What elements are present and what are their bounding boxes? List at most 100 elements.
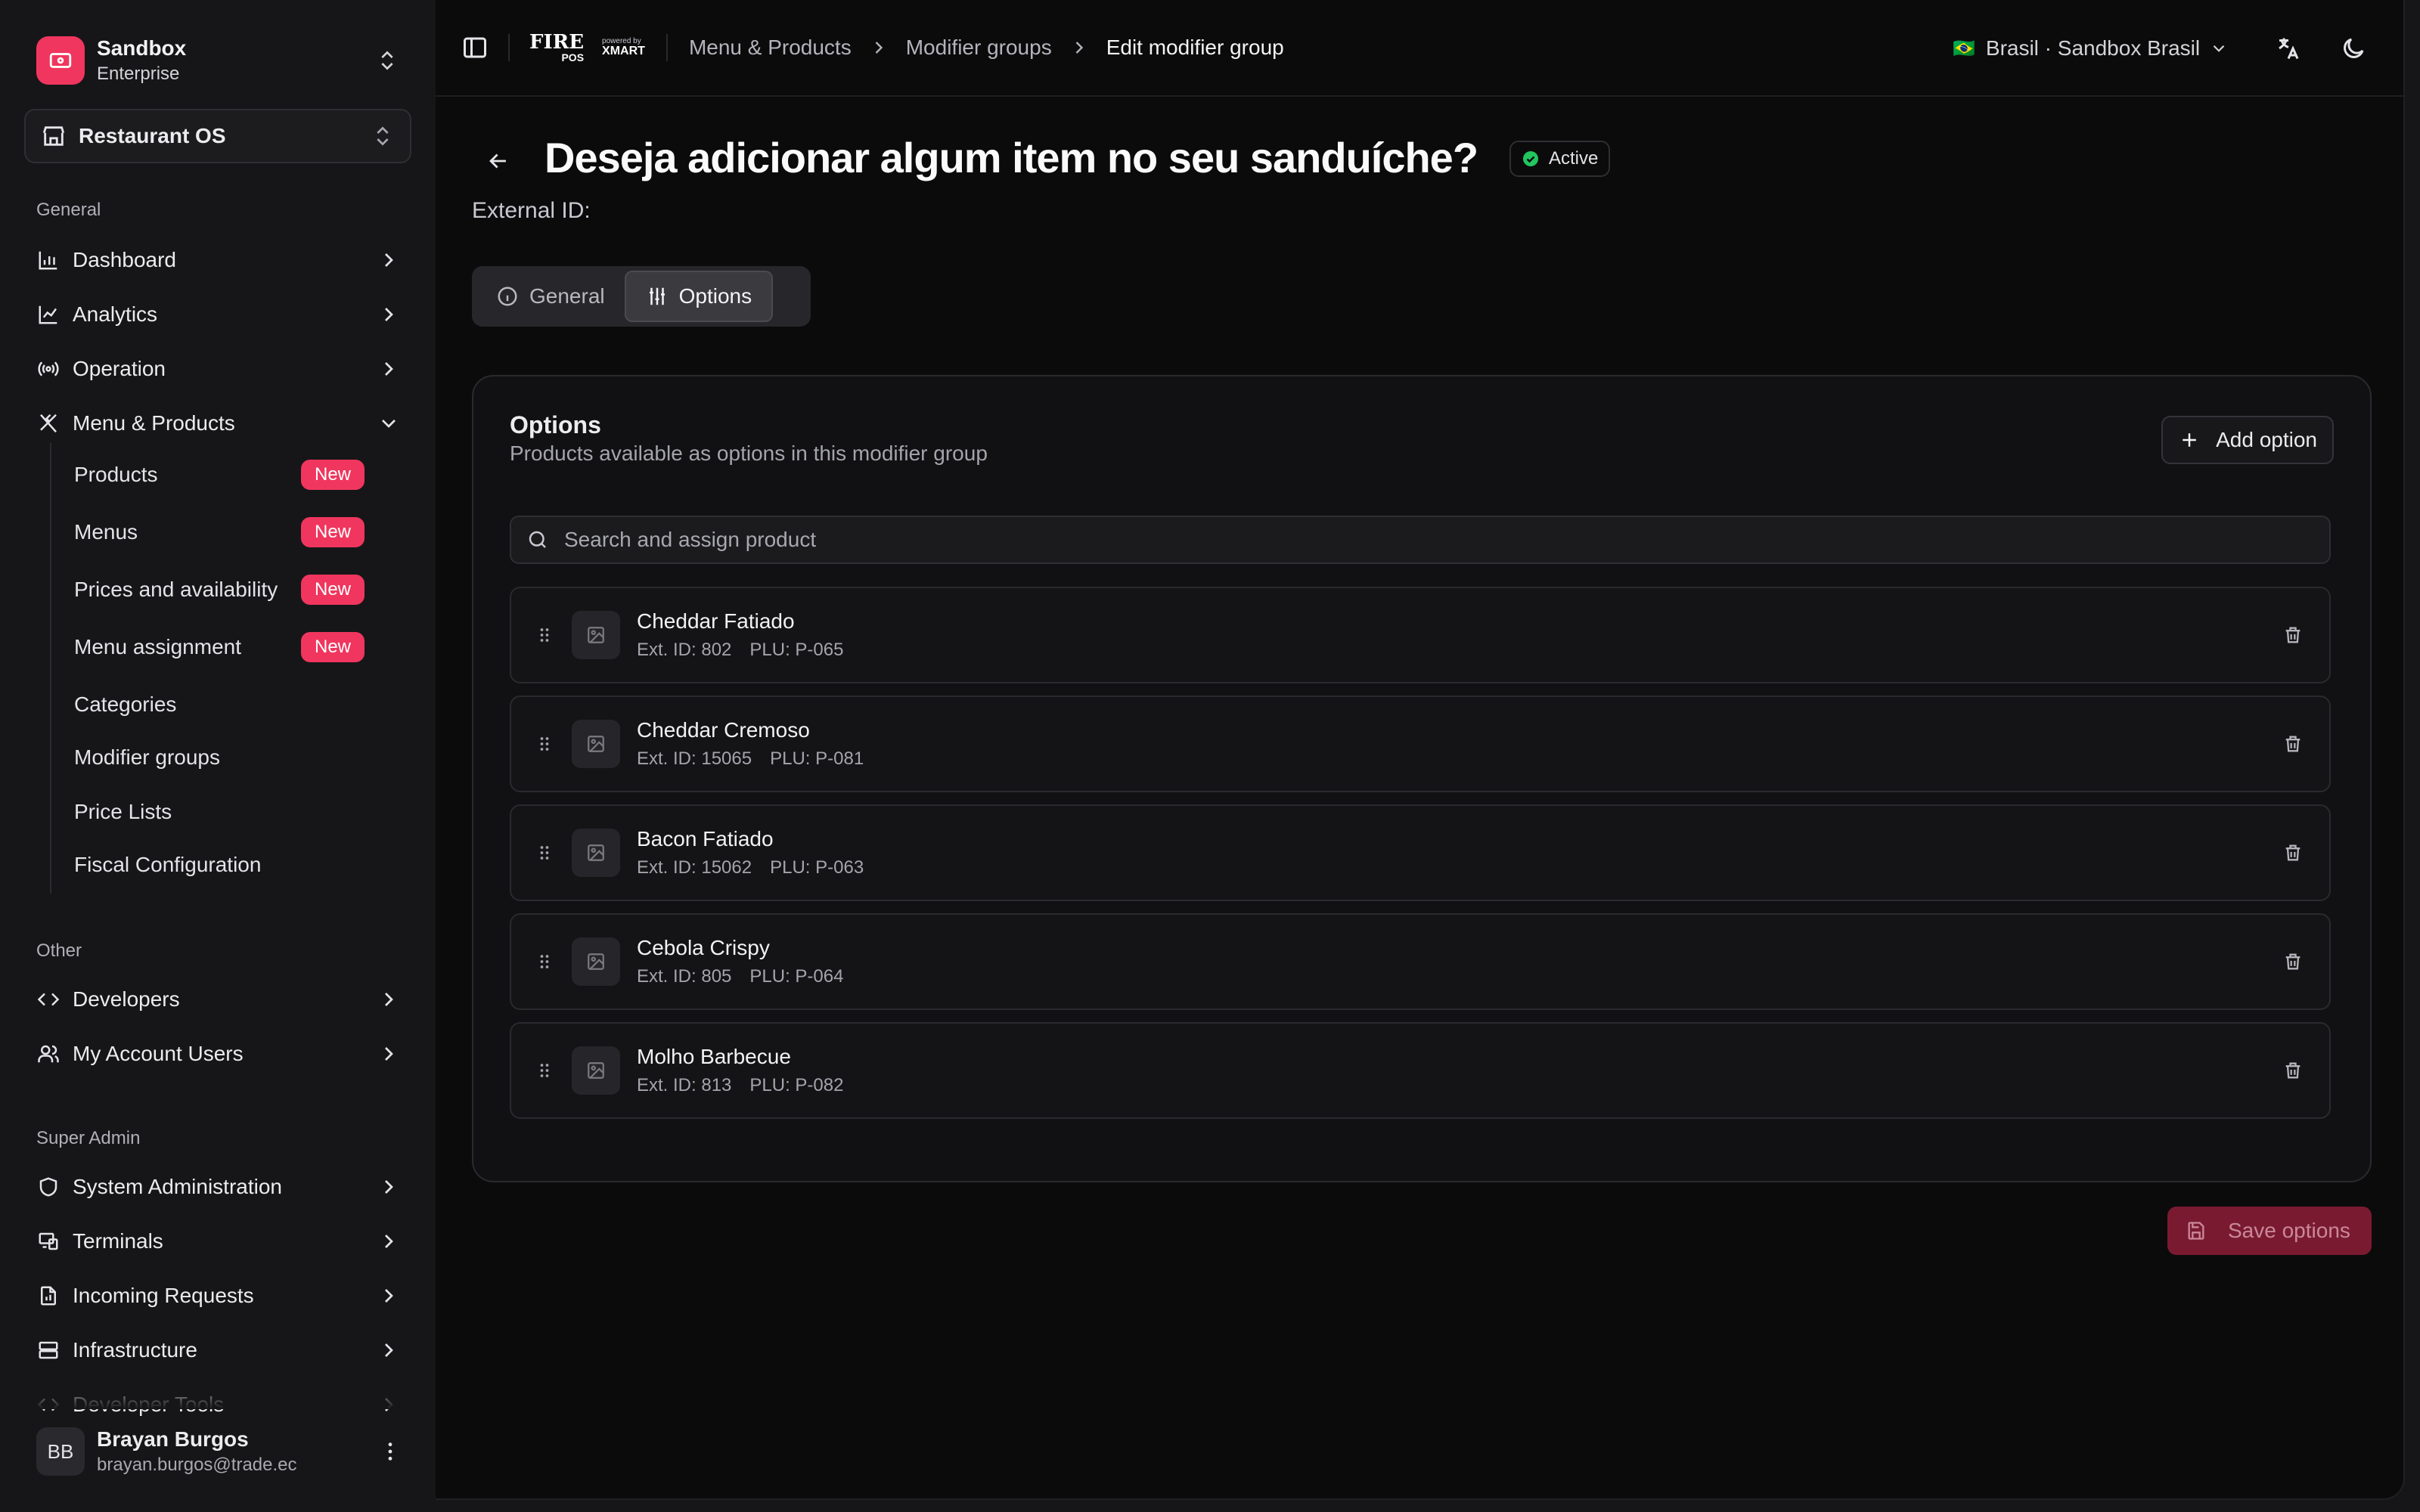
- chevron-right-icon: [385, 1047, 393, 1061]
- org-switcher[interactable]: Sandbox Enterprise: [36, 35, 399, 86]
- option-name: Cheddar Fatiado: [637, 609, 795, 633]
- option-ext-id: Ext. ID: 15065: [637, 748, 752, 769]
- trash-icon[interactable]: [2278, 838, 2308, 868]
- divider: [666, 34, 668, 61]
- sidebar-item-dashboard[interactable]: Dashboard: [35, 239, 401, 281]
- chevrons-up-down-icon: [377, 126, 389, 146]
- app-switcher[interactable]: Restaurant OS: [24, 109, 411, 163]
- search-icon: [529, 531, 546, 548]
- image-placeholder-icon: [572, 720, 620, 768]
- option-row[interactable]: Cheddar Cremoso Ext. ID: 15065 PLU: P-081: [510, 696, 2331, 792]
- sidebar-item-analytics[interactable]: Analytics: [35, 293, 401, 336]
- chevron-right-icon: [385, 1235, 393, 1248]
- chevron-right-icon: [385, 993, 393, 1006]
- shield-icon: [35, 1173, 62, 1201]
- chevron-right-icon: [1075, 42, 1083, 54]
- sidebar-item-menu-products[interactable]: Menu & Products: [35, 402, 401, 445]
- sidebar-item-account-users[interactable]: My Account Users: [35, 1033, 401, 1075]
- sidebar-item-label: Infrastructure: [73, 1338, 197, 1362]
- new-badge: New: [300, 575, 365, 605]
- store-icon: [42, 126, 65, 146]
- image-placeholder-icon: [572, 829, 620, 877]
- region-selector[interactable]: 🇧🇷 Brasil · Sandbox Brasil: [1953, 30, 2229, 67]
- sidebar-subitem-menus[interactable]: Menus New: [74, 511, 365, 553]
- sidebar-subitem-products[interactable]: Products New: [74, 454, 365, 496]
- user-menu[interactable]: BB Brayan Burgos brayan.burgos@trade.ec: [36, 1421, 402, 1482]
- breadcrumb-modifier-groups[interactable]: Modifier groups: [906, 36, 1052, 60]
- trash-icon[interactable]: [2278, 947, 2308, 977]
- divider: [508, 34, 510, 61]
- users-icon: [35, 1040, 62, 1067]
- drag-handle-icon[interactable]: [529, 947, 560, 977]
- back-arrow-icon[interactable]: [486, 148, 511, 174]
- sidebar-item-system-admin[interactable]: System Administration: [35, 1166, 401, 1208]
- sidebar-subitem-fiscal[interactable]: Fiscal Configuration: [74, 844, 365, 886]
- main-panel: FIRE POS powered by XMART Menu & Product…: [436, 0, 2405, 1500]
- sidebar: Sandbox Enterprise Restaurant OS General…: [0, 0, 436, 1512]
- section-super-admin-label: Super Admin: [36, 1128, 141, 1148]
- option-row[interactable]: Cebola Crispy Ext. ID: 805 PLU: P-064: [510, 913, 2331, 1010]
- trash-icon[interactable]: [2278, 729, 2308, 759]
- subitem-label: Fiscal Configuration: [74, 853, 262, 876]
- avatar: BB: [36, 1427, 85, 1476]
- chevron-right-icon: [385, 1289, 393, 1303]
- tab-general[interactable]: General: [476, 271, 625, 322]
- sidebar-item-label: Dashboard: [73, 248, 176, 271]
- status-badge: Active: [1509, 141, 1611, 177]
- sidebar-item-developers[interactable]: Developers: [35, 978, 401, 1021]
- drag-handle-icon[interactable]: [529, 838, 560, 868]
- new-badge: New: [300, 517, 365, 547]
- sidebar-item-label: Developers: [73, 987, 180, 1011]
- sidebar-item-incoming-requests[interactable]: Incoming Requests: [35, 1275, 401, 1317]
- sidebar-item-label: Incoming Requests: [73, 1284, 254, 1307]
- sidebar-toggle-icon[interactable]: [461, 34, 489, 61]
- sidebar-subitem-price-lists[interactable]: Price Lists: [74, 791, 365, 833]
- chevron-right-icon: [385, 362, 393, 376]
- sidebar-item-infrastructure[interactable]: Infrastructure: [35, 1329, 401, 1371]
- option-meta: Ext. ID: 802 PLU: P-065: [637, 640, 2278, 661]
- option-meta: Ext. ID: 805 PLU: P-064: [637, 966, 2278, 987]
- subitem-label: Menus: [74, 520, 138, 544]
- option-meta: Ext. ID: 15062 PLU: P-063: [637, 857, 2278, 878]
- option-ext-id: Ext. ID: 802: [637, 640, 732, 660]
- sidebar-item-operation[interactable]: Operation: [35, 348, 401, 390]
- option-plu: PLU: P-082: [749, 1075, 844, 1095]
- option-name: Bacon Fatiado: [637, 827, 774, 850]
- moon-icon[interactable]: [2340, 35, 2367, 62]
- org-logo-icon: [36, 36, 85, 85]
- app-name: Restaurant OS: [79, 124, 226, 147]
- option-row[interactable]: Molho Barbecue Ext. ID: 813 PLU: P-082: [510, 1022, 2331, 1119]
- search-input[interactable]: [564, 528, 2228, 552]
- options-card: Options Products available as options in…: [472, 375, 2372, 1182]
- option-row[interactable]: Cheddar Fatiado Ext. ID: 802 PLU: P-065: [510, 587, 2331, 683]
- card-title: Options: [510, 411, 601, 438]
- tab-options[interactable]: Options: [624, 271, 774, 322]
- breadcrumb-menu-products[interactable]: Menu & Products: [689, 36, 852, 60]
- drag-handle-icon[interactable]: [529, 620, 560, 650]
- product-search: [510, 516, 2331, 564]
- save-options-button[interactable]: Save options: [2167, 1207, 2372, 1255]
- option-row[interactable]: Bacon Fatiado Ext. ID: 15062 PLU: P-063: [510, 804, 2331, 901]
- more-vertical-icon[interactable]: [378, 1439, 402, 1464]
- radio-icon: [35, 355, 62, 383]
- sidebar-subitem-menu-assignment[interactable]: Menu assignment New: [74, 626, 365, 668]
- sidebar-subitem-categories[interactable]: Categories: [74, 683, 365, 726]
- add-option-label: Add option: [2216, 428, 2317, 451]
- trash-icon[interactable]: [2278, 1055, 2308, 1086]
- trash-icon[interactable]: [2278, 620, 2308, 650]
- add-option-button[interactable]: Add option: [2161, 416, 2334, 464]
- plus-icon: [2183, 433, 2196, 447]
- card-subtitle: Products available as options in this mo…: [510, 442, 988, 465]
- drag-handle-icon[interactable]: [529, 1055, 560, 1086]
- tab-label: General: [529, 284, 605, 308]
- sidebar-subitem-prices[interactable]: Prices and availability New: [74, 569, 365, 611]
- terminal-icon: [35, 1228, 62, 1255]
- org-name: Sandbox: [97, 36, 187, 60]
- user-email: brayan.burgos@trade.ec: [97, 1455, 297, 1475]
- chevron-right-icon: [385, 253, 393, 267]
- sidebar-item-terminals[interactable]: Terminals: [35, 1220, 401, 1263]
- drag-handle-icon[interactable]: [529, 729, 560, 759]
- option-ext-id: Ext. ID: 15062: [637, 857, 752, 878]
- translate-icon[interactable]: [2275, 35, 2302, 62]
- sidebar-subitem-modifier-groups[interactable]: Modifier groups: [74, 736, 365, 779]
